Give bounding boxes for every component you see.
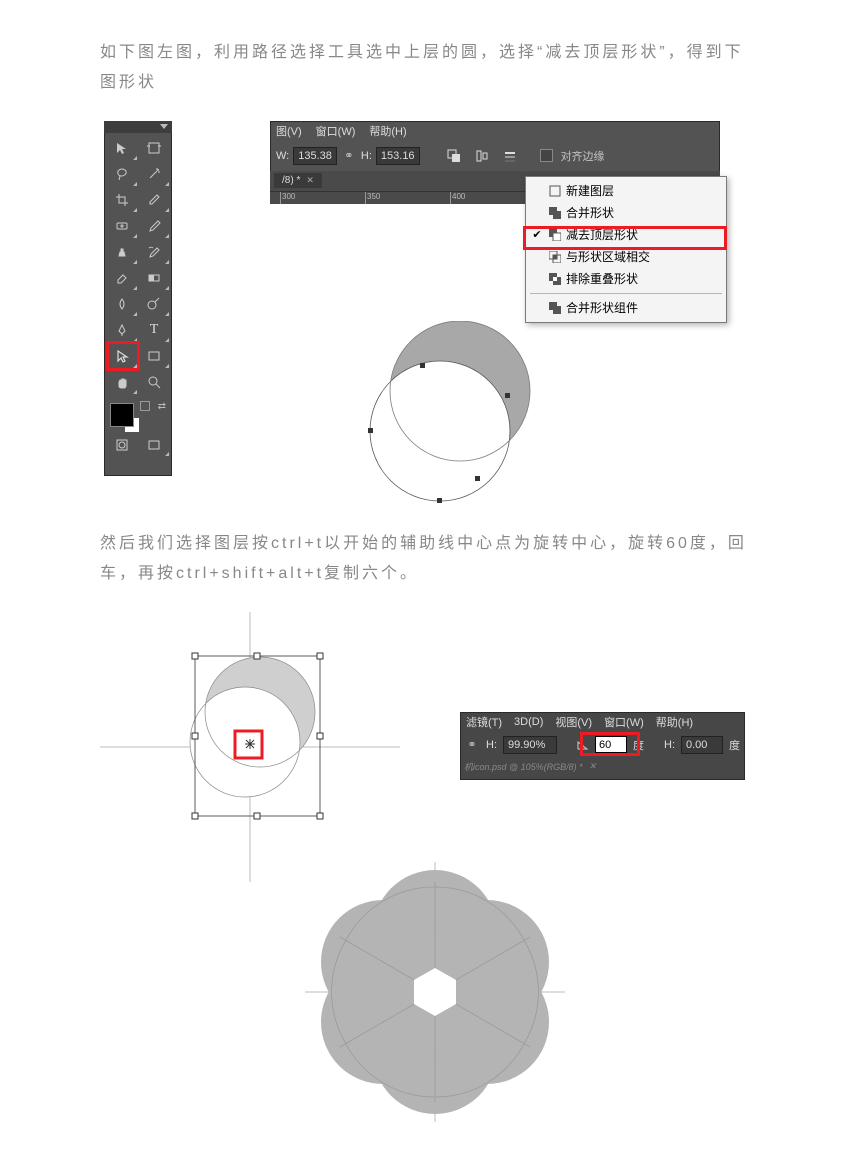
screen-mode-toggle[interactable] <box>138 433 170 457</box>
menu-new-layer[interactable]: 新建图层 <box>526 180 726 202</box>
rotation-angle-input[interactable]: 60 <box>595 736 627 753</box>
quick-mask-toggle[interactable] <box>106 433 138 457</box>
instruction-paragraph-1: 如下图左图，利用路径选择工具选中上层的圆，选择“减去顶层形状”，得到下图形状 <box>100 38 750 99</box>
move-tool[interactable] <box>106 135 138 161</box>
menu-view[interactable]: 图(V) <box>276 123 302 139</box>
ps-transform-options-bar: 滤镜(T) 3D(D) 视图(V) 窗口(W) 帮助(H) ⚭ H: 99.90… <box>460 712 745 780</box>
tools-panel-header[interactable] <box>104 121 172 133</box>
brush-tool[interactable] <box>138 213 170 239</box>
eyedropper-tool[interactable] <box>138 187 170 213</box>
artboard-tool[interactable] <box>138 135 170 161</box>
menu-subtract-front[interactable]: ✔ 减去顶层形状 <box>526 224 726 246</box>
menu-help-2[interactable]: 帮助(H) <box>656 714 693 730</box>
width-label: W: <box>276 150 289 162</box>
menu-separator <box>530 293 722 294</box>
skew-h-label: H: <box>664 739 675 751</box>
path-operations-menu: 新建图层 合并形状 ✔ 减去顶层形状 与形状区域相交 排除重叠形状 <box>525 176 727 323</box>
figure-group-2: 滤镜(T) 3D(D) 视图(V) 窗口(W) 帮助(H) ⚭ H: 99.90… <box>100 612 750 1122</box>
path-arrangement-button[interactable] <box>498 145 522 167</box>
angle-unit: 度 <box>633 737 644 753</box>
lasso-tool[interactable] <box>106 161 138 187</box>
path-operations-button[interactable] <box>442 145 466 167</box>
menu-merge-components[interactable]: 合并形状组件 <box>526 297 726 319</box>
type-tool[interactable]: T <box>138 317 170 343</box>
height-value[interactable]: 153.16 <box>376 147 420 165</box>
menu-help[interactable]: 帮助(H) <box>369 123 406 139</box>
menu-3d[interactable]: 3D(D) <box>514 716 543 728</box>
instruction-paragraph-2: 然后我们选择图层按ctrl+t以开始的辅助线中心点为旋转中心，旋转60度，回车，… <box>100 529 750 590</box>
menu-filter[interactable]: 滤镜(T) <box>466 714 502 730</box>
menu-intersect[interactable]: 与形状区域相交 <box>526 246 726 268</box>
crop-tool[interactable] <box>106 187 138 213</box>
close-icon[interactable]: ✕ <box>306 175 314 186</box>
magic-wand-tool[interactable] <box>138 161 170 187</box>
menu-exclude[interactable]: 排除重叠形状 <box>526 268 726 290</box>
width-value[interactable]: 135.38 <box>293 147 337 165</box>
blur-tool[interactable] <box>106 291 138 317</box>
rectangle-tool[interactable] <box>138 343 170 369</box>
aperture-result-diagram <box>305 862 565 1122</box>
skew-h-unit: 度 <box>729 737 740 753</box>
link-icon-2[interactable]: ⚭ <box>464 737 480 753</box>
menu-window-2[interactable]: 窗口(W) <box>604 714 644 730</box>
clone-stamp-tool[interactable] <box>106 239 138 265</box>
document-tab[interactable]: /8) *✕ <box>274 173 322 188</box>
align-edges-label: 对齐边缘 <box>561 148 605 164</box>
zoom-tool[interactable] <box>138 369 170 395</box>
crescent-result-diagram <box>365 321 555 511</box>
gradient-tool[interactable] <box>138 265 170 291</box>
height-label: H: <box>361 150 372 162</box>
pen-tool[interactable] <box>106 317 138 343</box>
close-icon-2[interactable]: ✕ <box>589 761 597 772</box>
menu-combine-shapes[interactable]: 合并形状 <box>526 202 726 224</box>
figure-group-1: T ⇄ 图(V) <box>100 121 750 521</box>
angle-icon <box>575 738 589 752</box>
dodge-tool[interactable] <box>138 291 170 317</box>
ps-tools-panel: T ⇄ <box>104 121 172 476</box>
hand-tool[interactable] <box>106 369 138 395</box>
color-swatches[interactable]: ⇄ <box>104 397 172 431</box>
free-transform-diagram <box>100 612 400 882</box>
document-tab-2[interactable]: 机icon.psd @ 105%(RGB/8) * <box>464 760 583 773</box>
path-alignment-button[interactable] <box>470 145 494 167</box>
history-brush-tool[interactable] <box>138 239 170 265</box>
menu-window[interactable]: 窗口(W) <box>316 123 356 139</box>
path-selection-tool[interactable] <box>106 343 138 369</box>
spot-healing-tool[interactable] <box>106 213 138 239</box>
eraser-tool[interactable] <box>106 265 138 291</box>
link-icon[interactable]: ⚭ <box>341 148 357 164</box>
menu-view-2[interactable]: 视图(V) <box>555 714 592 730</box>
scale-h-label: H: <box>486 739 497 751</box>
scale-h-value[interactable]: 99.90% <box>503 736 557 754</box>
align-edges-checkbox[interactable] <box>540 149 553 162</box>
skew-h-value[interactable]: 0.00 <box>681 736 723 754</box>
